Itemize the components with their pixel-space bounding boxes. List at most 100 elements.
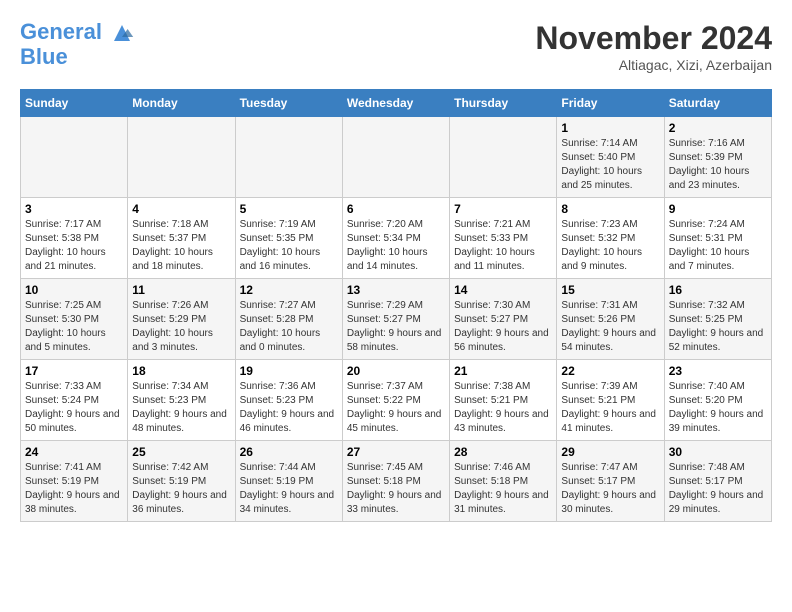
calendar-cell: 7 Sunrise: 7:21 AM Sunset: 5:33 PM Daylig… <box>450 198 557 279</box>
day-info: Sunrise: 7:41 AM Sunset: 5:19 PM Dayligh… <box>25 461 123 517</box>
day-number: 28 <box>454 445 552 459</box>
calendar-cell: 11Sunrise: 7:26 AM Sunset: 5:29 PM Dayli… <box>128 279 235 360</box>
day-number: 15 <box>561 283 659 297</box>
day-info: Sunrise: 7:34 AM Sunset: 5:23 PM Dayligh… <box>132 380 230 436</box>
day-number: 14 <box>454 283 552 297</box>
calendar-cell: 18Sunrise: 7:34 AM Sunset: 5:23 PM Dayli… <box>128 360 235 441</box>
month-title: November 2024 <box>535 20 772 57</box>
calendar-week-row: 17 Sunrise: 7:33 AM Sunset: 5:24 PM Dayli… <box>21 360 772 441</box>
col-header-monday: Monday <box>128 90 235 117</box>
col-header-tuesday: Tuesday <box>235 90 342 117</box>
calendar-week-row: 10Sunrise: 7:25 AM Sunset: 5:30 PM Dayli… <box>21 279 772 360</box>
day-number: 5 <box>240 202 338 216</box>
day-number: 27 <box>347 445 445 459</box>
calendar-cell: 19 Sunrise: 7:36 AM Sunset: 5:23 PM Dayli… <box>235 360 342 441</box>
col-header-thursday: Thursday <box>450 90 557 117</box>
calendar-cell: 14 Sunrise: 7:30 AM Sunset: 5:27 PM Dayli… <box>450 279 557 360</box>
calendar-cell: 26 Sunrise: 7:44 AM Sunset: 5:19 PM Dayli… <box>235 441 342 522</box>
day-number: 17 <box>25 364 123 378</box>
day-info: Sunrise: 7:33 AM Sunset: 5:24 PM Dayligh… <box>25 380 123 436</box>
day-info: Sunrise: 7:20 AM Sunset: 5:34 PM Dayligh… <box>347 218 445 274</box>
calendar-cell: 1Sunrise: 7:14 AM Sunset: 5:40 PM Daylig… <box>557 117 664 198</box>
page-header: General Blue November 2024 Altiagac, Xiz… <box>20 20 772 73</box>
calendar-cell: 9 Sunrise: 7:24 AM Sunset: 5:31 PM Daylig… <box>664 198 771 279</box>
day-number: 29 <box>561 445 659 459</box>
calendar-cell: 2 Sunrise: 7:16 AM Sunset: 5:39 PM Daylig… <box>664 117 771 198</box>
calendar-cell: 20Sunrise: 7:37 AM Sunset: 5:22 PM Dayli… <box>342 360 449 441</box>
day-number: 23 <box>669 364 767 378</box>
day-info: Sunrise: 7:42 AM Sunset: 5:19 PM Dayligh… <box>132 461 230 517</box>
day-number: 26 <box>240 445 338 459</box>
day-number: 8 <box>561 202 659 216</box>
calendar-cell: 5 Sunrise: 7:19 AM Sunset: 5:35 PM Daylig… <box>235 198 342 279</box>
col-header-friday: Friday <box>557 90 664 117</box>
day-info: Sunrise: 7:21 AM Sunset: 5:33 PM Dayligh… <box>454 218 552 274</box>
day-info: Sunrise: 7:17 AM Sunset: 5:38 PM Dayligh… <box>25 218 123 274</box>
calendar-cell: 12Sunrise: 7:27 AM Sunset: 5:28 PM Dayli… <box>235 279 342 360</box>
calendar-cell: 4Sunrise: 7:18 AM Sunset: 5:37 PM Daylig… <box>128 198 235 279</box>
day-number: 16 <box>669 283 767 297</box>
day-number: 25 <box>132 445 230 459</box>
calendar-cell <box>450 117 557 198</box>
day-number: 30 <box>669 445 767 459</box>
day-number: 11 <box>132 283 230 297</box>
day-number: 9 <box>669 202 767 216</box>
day-number: 20 <box>347 364 445 378</box>
day-number: 19 <box>240 364 338 378</box>
day-info: Sunrise: 7:32 AM Sunset: 5:25 PM Dayligh… <box>669 299 767 355</box>
calendar-cell: 15 Sunrise: 7:31 AM Sunset: 5:26 PM Dayli… <box>557 279 664 360</box>
calendar-cell <box>128 117 235 198</box>
calendar-cell: 16 Sunrise: 7:32 AM Sunset: 5:25 PM Dayli… <box>664 279 771 360</box>
calendar-cell: 3Sunrise: 7:17 AM Sunset: 5:38 PM Daylig… <box>21 198 128 279</box>
calendar-cell: 6 Sunrise: 7:20 AM Sunset: 5:34 PM Daylig… <box>342 198 449 279</box>
day-info: Sunrise: 7:29 AM Sunset: 5:27 PM Dayligh… <box>347 299 445 355</box>
calendar-cell: 29 Sunrise: 7:47 AM Sunset: 5:17 PM Dayli… <box>557 441 664 522</box>
day-info: Sunrise: 7:38 AM Sunset: 5:21 PM Dayligh… <box>454 380 552 436</box>
day-info: Sunrise: 7:31 AM Sunset: 5:26 PM Dayligh… <box>561 299 659 355</box>
day-number: 6 <box>347 202 445 216</box>
day-number: 10 <box>25 283 123 297</box>
calendar-cell: 27Sunrise: 7:45 AM Sunset: 5:18 PM Dayli… <box>342 441 449 522</box>
day-number: 22 <box>561 364 659 378</box>
day-info: Sunrise: 7:46 AM Sunset: 5:18 PM Dayligh… <box>454 461 552 517</box>
calendar-cell: 8Sunrise: 7:23 AM Sunset: 5:32 PM Daylig… <box>557 198 664 279</box>
logo-line2: Blue <box>20 45 134 69</box>
calendar-cell: 21Sunrise: 7:38 AM Sunset: 5:21 PM Dayli… <box>450 360 557 441</box>
day-info: Sunrise: 7:19 AM Sunset: 5:35 PM Dayligh… <box>240 218 338 274</box>
day-number: 1 <box>561 121 659 135</box>
calendar-cell: 17 Sunrise: 7:33 AM Sunset: 5:24 PM Dayli… <box>21 360 128 441</box>
day-info: Sunrise: 7:24 AM Sunset: 5:31 PM Dayligh… <box>669 218 767 274</box>
title-block: November 2024 Altiagac, Xizi, Azerbaijan <box>535 20 772 73</box>
day-info: Sunrise: 7:16 AM Sunset: 5:39 PM Dayligh… <box>669 137 767 193</box>
calendar-cell: 25 Sunrise: 7:42 AM Sunset: 5:19 PM Dayli… <box>128 441 235 522</box>
calendar-cell: 23 Sunrise: 7:40 AM Sunset: 5:20 PM Dayli… <box>664 360 771 441</box>
col-header-sunday: Sunday <box>21 90 128 117</box>
logo-text: General <box>20 20 134 45</box>
calendar-cell: 30Sunrise: 7:48 AM Sunset: 5:17 PM Dayli… <box>664 441 771 522</box>
day-number: 12 <box>240 283 338 297</box>
calendar-cell: 10Sunrise: 7:25 AM Sunset: 5:30 PM Dayli… <box>21 279 128 360</box>
calendar-cell: 24 Sunrise: 7:41 AM Sunset: 5:19 PM Dayli… <box>21 441 128 522</box>
day-info: Sunrise: 7:47 AM Sunset: 5:17 PM Dayligh… <box>561 461 659 517</box>
calendar-cell: 22 Sunrise: 7:39 AM Sunset: 5:21 PM Dayli… <box>557 360 664 441</box>
day-number: 24 <box>25 445 123 459</box>
day-number: 2 <box>669 121 767 135</box>
calendar-cell: 28 Sunrise: 7:46 AM Sunset: 5:18 PM Dayli… <box>450 441 557 522</box>
day-info: Sunrise: 7:44 AM Sunset: 5:19 PM Dayligh… <box>240 461 338 517</box>
col-header-wednesday: Wednesday <box>342 90 449 117</box>
calendar-table: SundayMondayTuesdayWednesdayThursdayFrid… <box>20 89 772 522</box>
calendar-cell: 13Sunrise: 7:29 AM Sunset: 5:27 PM Dayli… <box>342 279 449 360</box>
logo-icon <box>110 21 134 45</box>
day-info: Sunrise: 7:40 AM Sunset: 5:20 PM Dayligh… <box>669 380 767 436</box>
day-info: Sunrise: 7:39 AM Sunset: 5:21 PM Dayligh… <box>561 380 659 436</box>
col-header-saturday: Saturday <box>664 90 771 117</box>
location: Altiagac, Xizi, Azerbaijan <box>535 57 772 73</box>
day-number: 4 <box>132 202 230 216</box>
day-number: 7 <box>454 202 552 216</box>
day-info: Sunrise: 7:36 AM Sunset: 5:23 PM Dayligh… <box>240 380 338 436</box>
calendar-header-row: SundayMondayTuesdayWednesdayThursdayFrid… <box>21 90 772 117</box>
day-info: Sunrise: 7:30 AM Sunset: 5:27 PM Dayligh… <box>454 299 552 355</box>
calendar-week-row: 1Sunrise: 7:14 AM Sunset: 5:40 PM Daylig… <box>21 117 772 198</box>
calendar-week-row: 24 Sunrise: 7:41 AM Sunset: 5:19 PM Dayli… <box>21 441 772 522</box>
calendar-cell <box>235 117 342 198</box>
